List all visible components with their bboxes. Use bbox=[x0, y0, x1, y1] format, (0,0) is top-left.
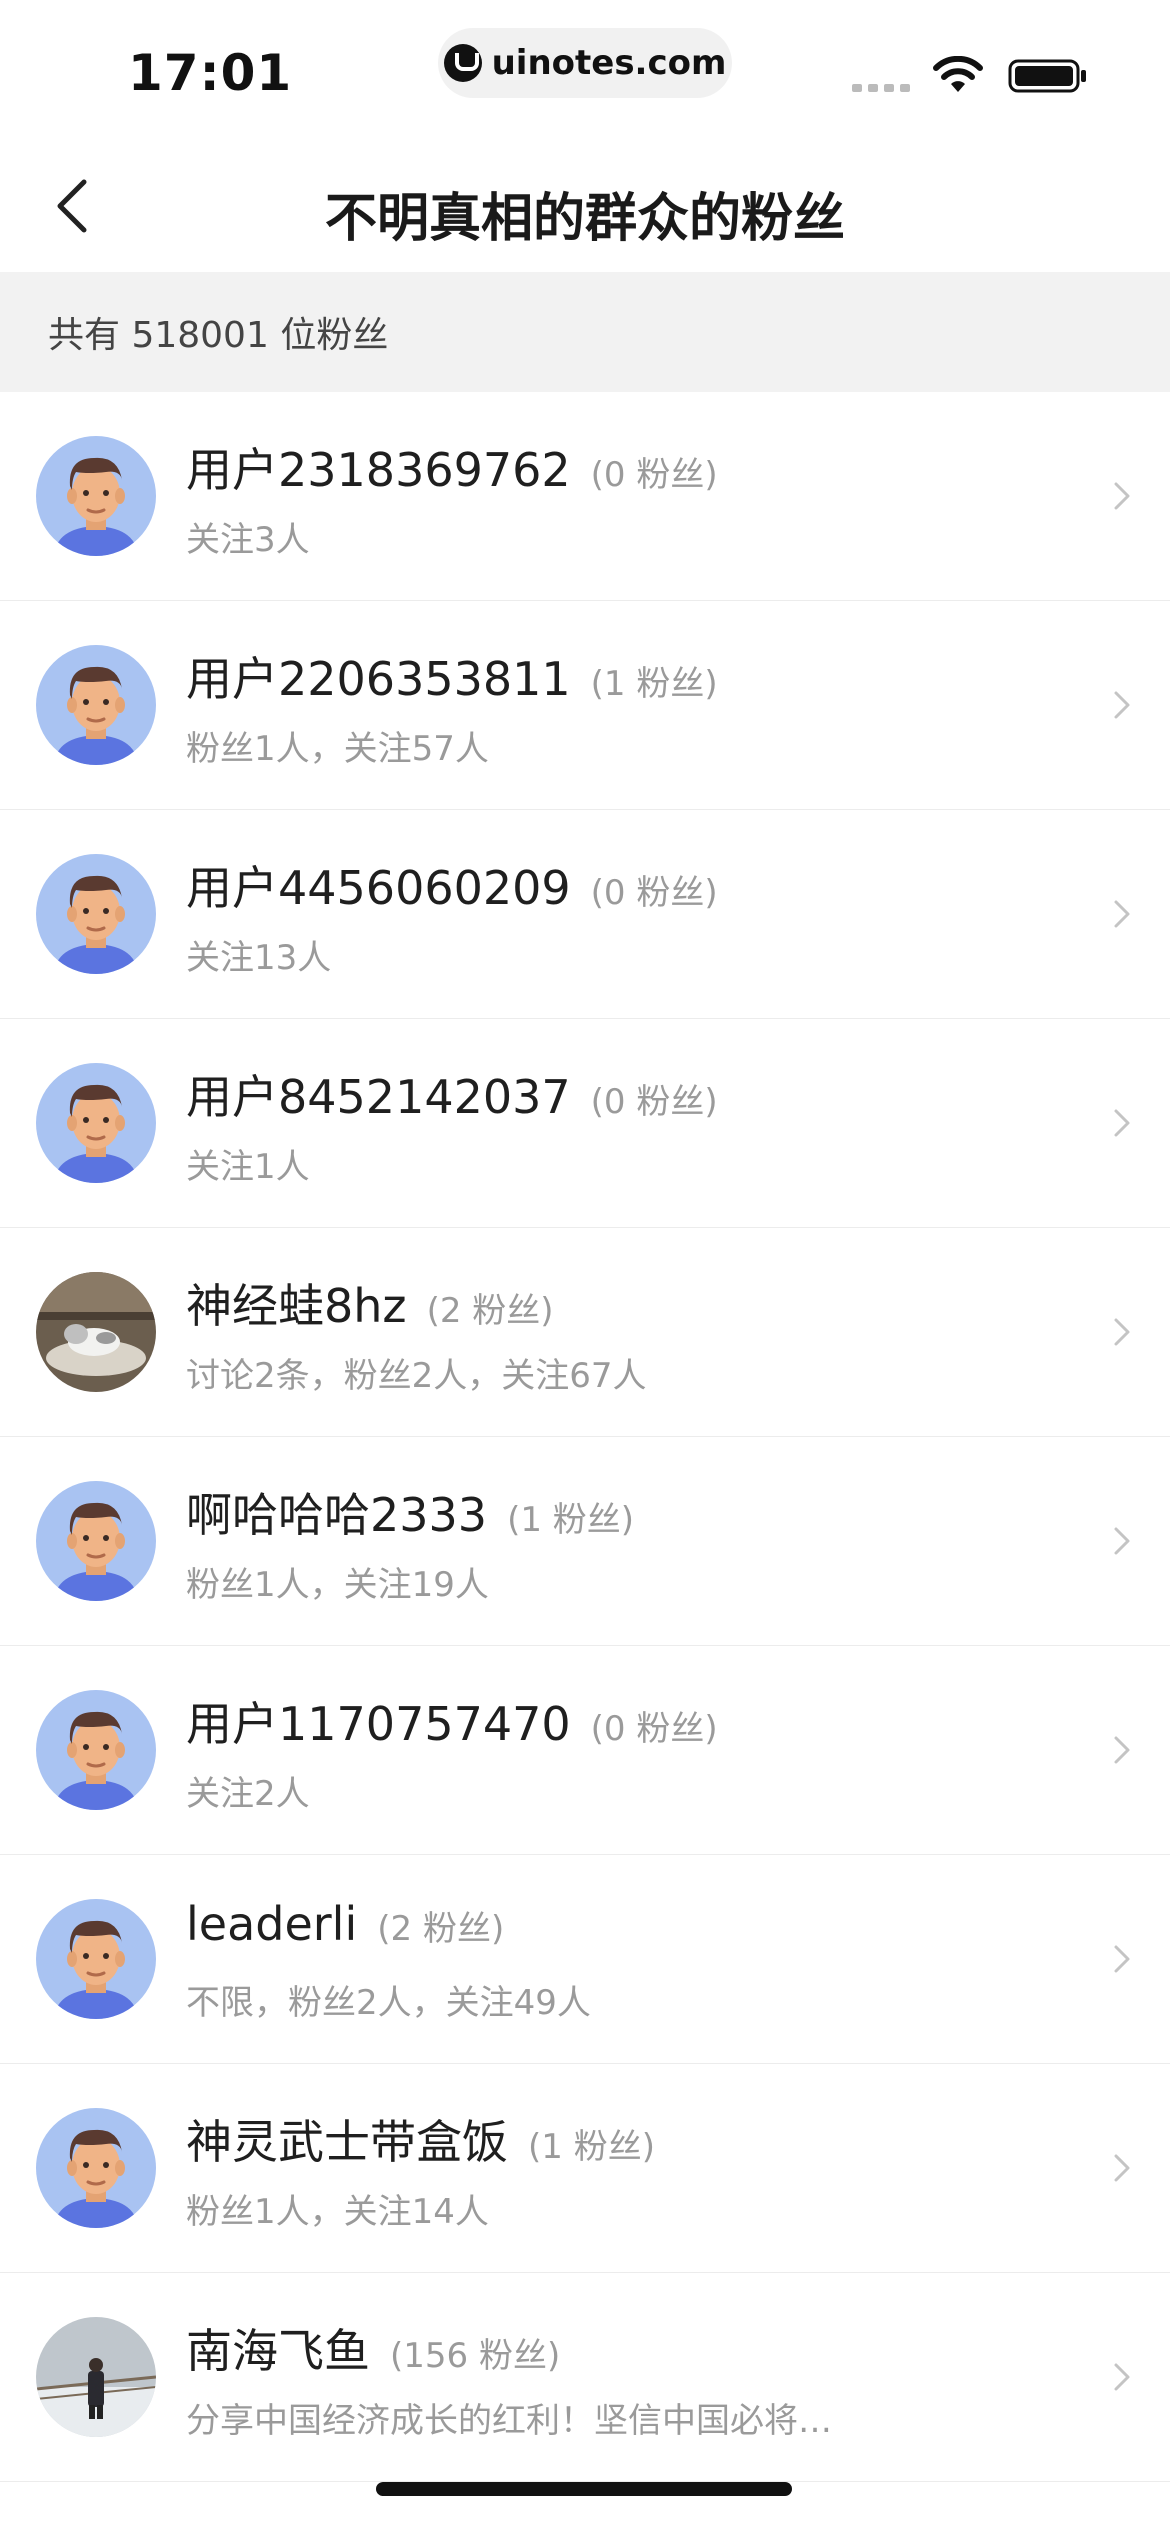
follower-row[interactable]: 用户2318369762 (0 粉丝) 关注3人 bbox=[0, 392, 1170, 601]
follower-name: 神经蛙8hz bbox=[186, 1279, 407, 1333]
chevron-right-icon bbox=[1114, 1318, 1130, 1346]
follower-name: 神灵武士带盒饭 bbox=[186, 2115, 508, 2169]
name-line: 用户2206353811 (1 粉丝) bbox=[186, 643, 718, 709]
name-line: 神经蛙8hz (2 粉丝) bbox=[186, 1270, 554, 1336]
site-logo-icon bbox=[443, 44, 482, 82]
follower-subtitle: 讨论2条，粉丝2人，关注67人 bbox=[186, 1356, 647, 1396]
follower-name: leaderli bbox=[186, 1897, 358, 1951]
follower-count-text: 共有 518001 位粉丝 bbox=[48, 315, 389, 356]
follower-row[interactable]: 神灵武士带盒饭 (1 粉丝) 粉丝1人，关注14人 bbox=[0, 2064, 1170, 2273]
follower-subtitle: 粉丝1人，关注14人 bbox=[186, 2192, 489, 2232]
follower-row[interactable]: 用户1170757470 (0 粉丝) 关注2人 bbox=[0, 1646, 1170, 1855]
chevron-right-icon bbox=[1114, 1945, 1130, 1973]
follower-subtitle: 关注13人 bbox=[186, 938, 332, 978]
follower-row[interactable]: 用户8452142037 (0 粉丝) 关注1人 bbox=[0, 1019, 1170, 1228]
follower-row[interactable]: leaderli (2 粉丝) 不限，粉丝2人，关注49人 bbox=[0, 1855, 1170, 2064]
name-line: leaderli (2 粉丝) bbox=[186, 1897, 504, 1951]
follower-subtitle: 不限，粉丝2人，关注49人 bbox=[186, 1983, 591, 2023]
follower-subtitle: 粉丝1人，关注19人 bbox=[186, 1565, 489, 1605]
follower-row[interactable]: 用户2206353811 (1 粉丝) 粉丝1人，关注57人 bbox=[0, 601, 1170, 810]
name-line: 用户8452142037 (0 粉丝) bbox=[186, 1061, 718, 1127]
avatar[interactable] bbox=[36, 2108, 156, 2228]
follower-row[interactable]: 南海飞鱼 (156 粉丝) 分享中国经济成长的红利！坚信中国必将… bbox=[0, 2273, 1170, 2482]
follower-name: 用户2318369762 bbox=[186, 443, 571, 497]
follower-fan-count: (0 粉丝) bbox=[590, 873, 718, 913]
status-bar: 17:01 uinotes.com bbox=[0, 0, 1170, 140]
battery-icon bbox=[1008, 59, 1086, 93]
follower-fan-count: (0 粉丝) bbox=[590, 1082, 718, 1122]
follower-fan-count: (0 粉丝) bbox=[590, 455, 718, 495]
follower-list: 用户2318369762 (0 粉丝) 关注3人 用户2206353811 (1 粉丝… bbox=[0, 392, 1170, 2482]
follower-name: 用户1170757470 bbox=[186, 1697, 571, 1751]
follower-subtitle: 关注2人 bbox=[186, 1774, 310, 1814]
chevron-right-icon bbox=[1114, 1527, 1130, 1555]
chevron-right-icon bbox=[1114, 482, 1130, 510]
follower-name: 啊哈哈哈2333 bbox=[186, 1488, 488, 1542]
avatar[interactable] bbox=[36, 1063, 156, 1183]
follower-fan-count: (1 粉丝) bbox=[590, 664, 718, 704]
avatar[interactable] bbox=[36, 854, 156, 974]
follower-subtitle: 关注1人 bbox=[186, 1147, 310, 1187]
name-line: 南海飞鱼 (156 粉丝) bbox=[186, 2315, 560, 2381]
avatar[interactable] bbox=[36, 1272, 156, 1392]
url-pill[interactable]: uinotes.com bbox=[438, 28, 732, 98]
name-line: 用户2318369762 (0 粉丝) bbox=[186, 434, 718, 500]
follower-row[interactable]: 用户4456060209 (0 粉丝) 关注13人 bbox=[0, 810, 1170, 1019]
avatar[interactable] bbox=[36, 1481, 156, 1601]
follower-subtitle: 关注3人 bbox=[186, 520, 310, 560]
avatar[interactable] bbox=[36, 1899, 156, 2019]
avatar[interactable] bbox=[36, 436, 156, 556]
chevron-right-icon bbox=[1114, 691, 1130, 719]
follower-subtitle: 分享中国经济成长的红利！坚信中国必将… bbox=[186, 2401, 832, 2441]
status-time: 17:01 bbox=[128, 44, 293, 102]
follower-row[interactable]: 神经蛙8hz (2 粉丝) 讨论2条，粉丝2人，关注67人 bbox=[0, 1228, 1170, 1437]
follower-fan-count: (2 粉丝) bbox=[377, 1909, 505, 1949]
follower-count-header: 共有 518001 位粉丝 bbox=[0, 272, 1170, 392]
follower-row[interactable]: 啊哈哈哈2333 (1 粉丝) 粉丝1人，关注19人 bbox=[0, 1437, 1170, 1646]
follower-subtitle: 粉丝1人，关注57人 bbox=[186, 729, 489, 769]
home-indicator bbox=[376, 2482, 792, 2496]
chevron-right-icon bbox=[1114, 2154, 1130, 2182]
chevron-right-icon bbox=[1114, 2363, 1130, 2391]
name-line: 用户1170757470 (0 粉丝) bbox=[186, 1688, 718, 1754]
follower-name: 用户8452142037 bbox=[186, 1070, 571, 1124]
follower-fan-count: (156 粉丝) bbox=[390, 2336, 561, 2376]
url-text: uinotes.com bbox=[491, 43, 727, 83]
follower-fan-count: (1 粉丝) bbox=[507, 1500, 635, 1540]
follower-fan-count: (1 粉丝) bbox=[528, 2127, 655, 2167]
follower-fan-count: (0 粉丝) bbox=[590, 1709, 718, 1749]
follower-name: 用户4456060209 bbox=[186, 861, 571, 915]
nav-bar: 不明真相的群众的粉丝 bbox=[0, 140, 1170, 272]
chevron-right-icon bbox=[1114, 900, 1130, 928]
avatar[interactable] bbox=[36, 2317, 156, 2437]
chevron-right-icon bbox=[1114, 1736, 1130, 1764]
avatar[interactable] bbox=[36, 645, 156, 765]
follower-name: 用户2206353811 bbox=[186, 652, 571, 706]
page-title: 不明真相的群众的粉丝 bbox=[324, 189, 845, 249]
name-line: 啊哈哈哈2333 (1 粉丝) bbox=[186, 1479, 634, 1545]
avatar[interactable] bbox=[36, 1690, 156, 1810]
name-line: 神灵武士带盒饭 (1 粉丝) bbox=[186, 2106, 655, 2172]
signal-icon bbox=[852, 84, 910, 92]
follower-fan-count: (2 粉丝) bbox=[426, 1291, 554, 1331]
name-line: 用户4456060209 (0 粉丝) bbox=[186, 852, 718, 918]
chevron-right-icon bbox=[1114, 1109, 1130, 1137]
wifi-icon bbox=[933, 56, 983, 92]
follower-name: 南海飞鱼 bbox=[186, 2324, 370, 2378]
